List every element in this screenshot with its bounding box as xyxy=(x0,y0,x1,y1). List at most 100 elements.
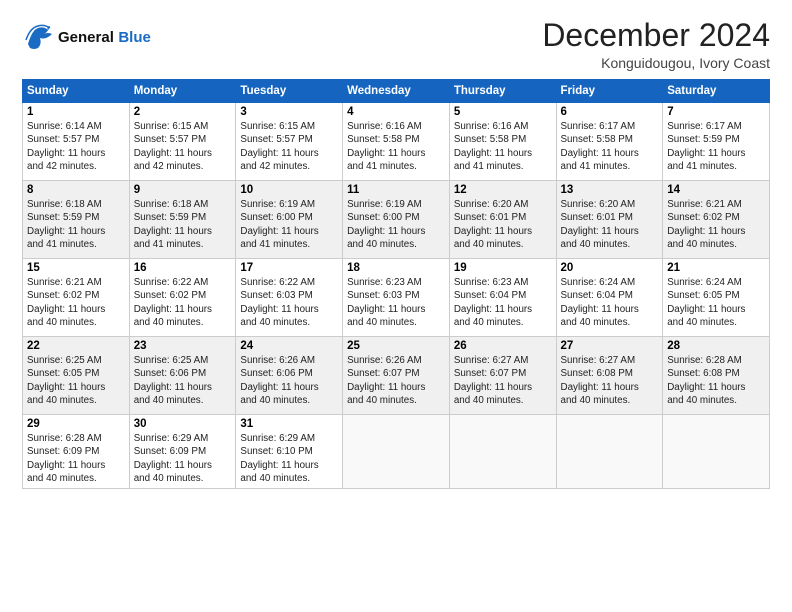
day-number: 13 xyxy=(561,184,659,196)
day-number: 10 xyxy=(240,184,338,196)
day-number: 22 xyxy=(27,340,125,352)
day-number: 9 xyxy=(134,184,232,196)
day-cell: 2Sunrise: 6:15 AMSunset: 5:57 PMDaylight… xyxy=(129,103,236,181)
day-cell: 9 Sunrise: 6:18 AMSunset: 5:59 PMDaylight… xyxy=(129,181,236,259)
day-info: Sunrise: 6:26 AMSunset: 6:07 PMDaylight:… xyxy=(347,354,445,407)
calendar-header-row: SundayMondayTuesdayWednesdayThursdayFrid… xyxy=(23,80,770,103)
day-info: Sunrise: 6:28 AMSunset: 6:08 PMDaylight:… xyxy=(667,354,765,407)
day-cell xyxy=(556,415,663,489)
day-info: Sunrise: 6:26 AMSunset: 6:06 PMDaylight:… xyxy=(240,354,338,407)
col-header-saturday: Saturday xyxy=(663,80,770,103)
day-number: 19 xyxy=(454,262,552,274)
day-cell: 10 Sunrise: 6:19 AMSunset: 6:00 PMDayligh… xyxy=(236,181,343,259)
day-info: Sunrise: 6:21 AMSunset: 6:02 PMDaylight:… xyxy=(27,276,125,329)
calendar-table: SundayMondayTuesdayWednesdayThursdayFrid… xyxy=(22,79,770,489)
day-number: 12 xyxy=(454,184,552,196)
day-cell: 1Sunrise: 6:14 AMSunset: 5:57 PMDaylight… xyxy=(23,103,130,181)
day-number: 7 xyxy=(667,106,765,118)
day-cell: 27Sunrise: 6:27 AMSunset: 6:08 PMDayligh… xyxy=(556,337,663,415)
day-info: Sunrise: 6:18 AMSunset: 5:59 PMDaylight:… xyxy=(134,198,232,251)
day-number: 31 xyxy=(240,418,338,430)
day-info: Sunrise: 6:29 AMSunset: 6:10 PMDaylight:… xyxy=(240,432,338,485)
day-info: Sunrise: 6:25 AMSunset: 6:05 PMDaylight:… xyxy=(27,354,125,407)
day-number: 23 xyxy=(134,340,232,352)
logo-blue: Blue xyxy=(118,29,151,46)
week-row-5: 29 Sunrise: 6:28 AMSunset: 6:09 PMDayligh… xyxy=(23,415,770,489)
day-cell xyxy=(343,415,450,489)
day-cell xyxy=(663,415,770,489)
day-info: Sunrise: 6:17 AMSunset: 5:59 PMDaylight:… xyxy=(667,120,765,173)
col-header-tuesday: Tuesday xyxy=(236,80,343,103)
day-number: 6 xyxy=(561,106,659,118)
month-title: December 2024 xyxy=(542,18,770,53)
col-header-monday: Monday xyxy=(129,80,236,103)
day-cell: 23 Sunrise: 6:25 AMSunset: 6:06 PMDayligh… xyxy=(129,337,236,415)
day-number: 5 xyxy=(454,106,552,118)
day-number: 21 xyxy=(667,262,765,274)
day-cell: 29 Sunrise: 6:28 AMSunset: 6:09 PMDayligh… xyxy=(23,415,130,489)
day-number: 25 xyxy=(347,340,445,352)
logo-general: General xyxy=(58,29,114,46)
day-number: 17 xyxy=(240,262,338,274)
logo-area: General Blue xyxy=(22,18,151,54)
day-number: 30 xyxy=(134,418,232,430)
day-cell: 24Sunrise: 6:26 AMSunset: 6:06 PMDayligh… xyxy=(236,337,343,415)
day-number: 26 xyxy=(454,340,552,352)
col-header-friday: Friday xyxy=(556,80,663,103)
day-info: Sunrise: 6:24 AMSunset: 6:04 PMDaylight:… xyxy=(561,276,659,329)
day-info: Sunrise: 6:19 AMSunset: 6:00 PMDaylight:… xyxy=(347,198,445,251)
day-number: 14 xyxy=(667,184,765,196)
day-info: Sunrise: 6:22 AMSunset: 6:02 PMDaylight:… xyxy=(134,276,232,329)
day-cell: 26 Sunrise: 6:27 AMSunset: 6:07 PMDayligh… xyxy=(449,337,556,415)
day-cell: 8Sunrise: 6:18 AMSunset: 5:59 PMDaylight… xyxy=(23,181,130,259)
location: Konguidougou, Ivory Coast xyxy=(542,55,770,71)
day-cell xyxy=(449,415,556,489)
day-info: Sunrise: 6:27 AMSunset: 6:07 PMDaylight:… xyxy=(454,354,552,407)
day-info: Sunrise: 6:25 AMSunset: 6:06 PMDaylight:… xyxy=(134,354,232,407)
day-info: Sunrise: 6:23 AMSunset: 6:04 PMDaylight:… xyxy=(454,276,552,329)
day-info: Sunrise: 6:21 AMSunset: 6:02 PMDaylight:… xyxy=(667,198,765,251)
day-info: Sunrise: 6:16 AMSunset: 5:58 PMDaylight:… xyxy=(347,120,445,173)
week-row-4: 22 Sunrise: 6:25 AMSunset: 6:05 PMDayligh… xyxy=(23,337,770,415)
day-cell: 11 Sunrise: 6:19 AMSunset: 6:00 PMDayligh… xyxy=(343,181,450,259)
logo: General Blue xyxy=(22,22,151,54)
day-number: 29 xyxy=(27,418,125,430)
week-row-1: 1Sunrise: 6:14 AMSunset: 5:57 PMDaylight… xyxy=(23,103,770,181)
col-header-wednesday: Wednesday xyxy=(343,80,450,103)
day-cell: 3 Sunrise: 6:15 AMSunset: 5:57 PMDaylight… xyxy=(236,103,343,181)
day-cell: 12 Sunrise: 6:20 AMSunset: 6:01 PMDayligh… xyxy=(449,181,556,259)
day-cell: 4 Sunrise: 6:16 AMSunset: 5:58 PMDaylight… xyxy=(343,103,450,181)
day-info: Sunrise: 6:19 AMSunset: 6:00 PMDaylight:… xyxy=(240,198,338,251)
day-cell: 15 Sunrise: 6:21 AMSunset: 6:02 PMDayligh… xyxy=(23,259,130,337)
day-number: 18 xyxy=(347,262,445,274)
day-cell: 7 Sunrise: 6:17 AMSunset: 5:59 PMDaylight… xyxy=(663,103,770,181)
day-info: Sunrise: 6:22 AMSunset: 6:03 PMDaylight:… xyxy=(240,276,338,329)
logo-bird-icon xyxy=(22,22,54,54)
day-cell: 14 Sunrise: 6:21 AMSunset: 6:02 PMDayligh… xyxy=(663,181,770,259)
col-header-thursday: Thursday xyxy=(449,80,556,103)
day-info: Sunrise: 6:20 AMSunset: 6:01 PMDaylight:… xyxy=(454,198,552,251)
day-info: Sunrise: 6:24 AMSunset: 6:05 PMDaylight:… xyxy=(667,276,765,329)
day-info: Sunrise: 6:17 AMSunset: 5:58 PMDaylight:… xyxy=(561,120,659,173)
day-cell: 28 Sunrise: 6:28 AMSunset: 6:08 PMDayligh… xyxy=(663,337,770,415)
logo-text-block: General Blue xyxy=(58,29,151,47)
day-number: 3 xyxy=(240,106,338,118)
week-row-3: 15 Sunrise: 6:21 AMSunset: 6:02 PMDayligh… xyxy=(23,259,770,337)
day-number: 15 xyxy=(27,262,125,274)
day-info: Sunrise: 6:29 AMSunset: 6:09 PMDaylight:… xyxy=(134,432,232,485)
day-number: 4 xyxy=(347,106,445,118)
day-cell: 31 Sunrise: 6:29 AMSunset: 6:10 PMDayligh… xyxy=(236,415,343,489)
day-cell: 5 Sunrise: 6:16 AMSunset: 5:58 PMDaylight… xyxy=(449,103,556,181)
day-cell: 18 Sunrise: 6:23 AMSunset: 6:03 PMDayligh… xyxy=(343,259,450,337)
day-cell: 22 Sunrise: 6:25 AMSunset: 6:05 PMDayligh… xyxy=(23,337,130,415)
day-info: Sunrise: 6:15 AMSunset: 5:57 PMDaylight:… xyxy=(240,120,338,173)
day-number: 11 xyxy=(347,184,445,196)
day-number: 28 xyxy=(667,340,765,352)
day-number: 20 xyxy=(561,262,659,274)
day-info: Sunrise: 6:20 AMSunset: 6:01 PMDaylight:… xyxy=(561,198,659,251)
day-info: Sunrise: 6:16 AMSunset: 5:58 PMDaylight:… xyxy=(454,120,552,173)
day-info: Sunrise: 6:23 AMSunset: 6:03 PMDaylight:… xyxy=(347,276,445,329)
day-number: 8 xyxy=(27,184,125,196)
day-cell: 13 Sunrise: 6:20 AMSunset: 6:01 PMDayligh… xyxy=(556,181,663,259)
day-info: Sunrise: 6:28 AMSunset: 6:09 PMDaylight:… xyxy=(27,432,125,485)
